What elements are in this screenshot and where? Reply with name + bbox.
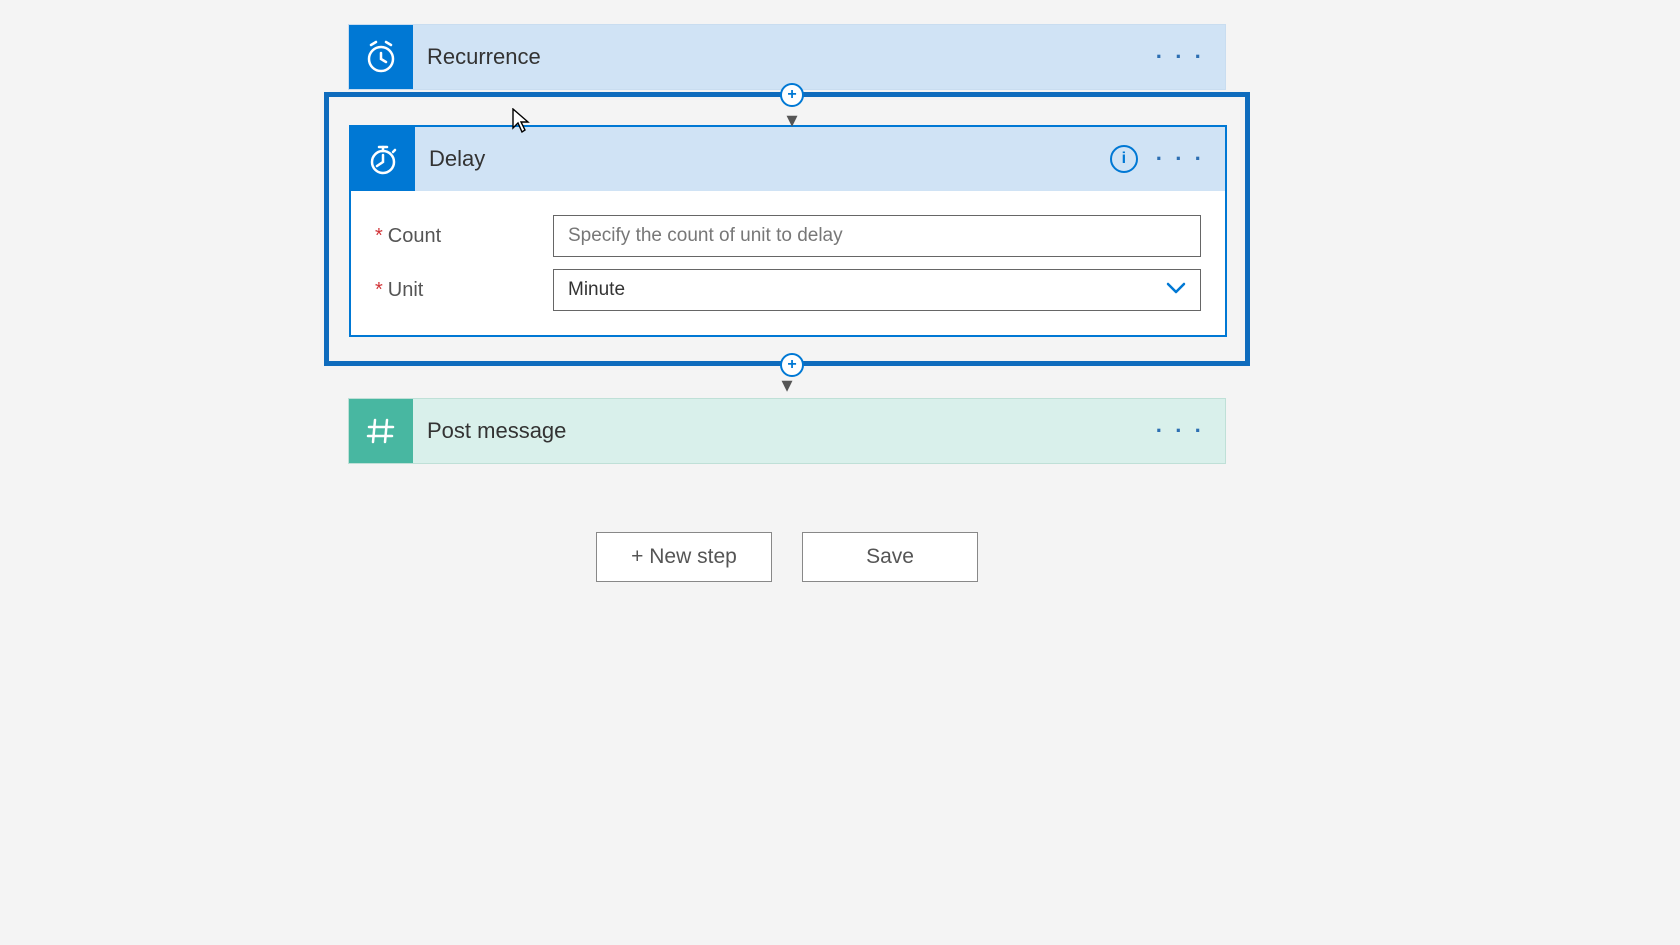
count-label-text: Count	[388, 225, 441, 248]
count-input-wrapper[interactable]	[553, 215, 1201, 257]
new-step-button[interactable]: + New step	[596, 532, 772, 582]
step-postmessage-header[interactable]: Post message · · ·	[349, 399, 1225, 463]
field-row-count: * Count	[375, 215, 1201, 257]
slack-hash-icon	[349, 399, 413, 463]
arrow-down-icon: ▾	[781, 374, 792, 396]
connector-to-post: ▾	[348, 372, 1226, 396]
count-input[interactable]	[568, 225, 1186, 247]
step-recurrence-title: Recurrence	[413, 44, 1156, 70]
action-buttons: + New step Save	[348, 532, 1226, 582]
info-icon[interactable]: i	[1110, 145, 1138, 173]
recurrence-clock-icon	[349, 25, 413, 89]
unit-label-text: Unit	[388, 279, 424, 302]
step-recurrence-header[interactable]: Recurrence · · ·	[349, 25, 1225, 89]
delay-more-icon[interactable]: · · ·	[1156, 148, 1205, 170]
required-marker: *	[375, 225, 383, 248]
unit-label: * Unit	[375, 279, 553, 302]
recurrence-more-icon[interactable]: · · ·	[1156, 46, 1205, 68]
count-label: * Count	[375, 225, 553, 248]
chevron-down-icon	[1166, 281, 1186, 299]
unit-selected-value: Minute	[568, 279, 625, 301]
step-delay-header[interactable]: Delay i · · ·	[351, 127, 1225, 191]
unit-select[interactable]: Minute	[553, 269, 1201, 311]
highlight-frame: + ▾ Delay i · · ·	[324, 92, 1250, 366]
add-step-between-top[interactable]: +	[780, 83, 804, 107]
step-delay-body: * Count * Unit Minute	[351, 191, 1225, 335]
step-postmessage-title: Post message	[413, 418, 1156, 444]
step-delay[interactable]: Delay i · · · * Count	[349, 125, 1227, 337]
step-recurrence[interactable]: Recurrence · · ·	[348, 24, 1226, 90]
save-button[interactable]: Save	[802, 532, 978, 582]
step-postmessage[interactable]: Post message · · ·	[348, 398, 1226, 464]
postmessage-more-icon[interactable]: · · ·	[1156, 420, 1205, 442]
field-row-unit: * Unit Minute	[375, 269, 1201, 311]
required-marker: *	[375, 279, 383, 302]
flow-canvas: Recurrence · · · + ▾	[348, 24, 1248, 582]
connector-top: + ▾	[353, 83, 1231, 131]
step-delay-title: Delay	[415, 146, 1110, 172]
delay-stopwatch-icon	[351, 127, 415, 191]
